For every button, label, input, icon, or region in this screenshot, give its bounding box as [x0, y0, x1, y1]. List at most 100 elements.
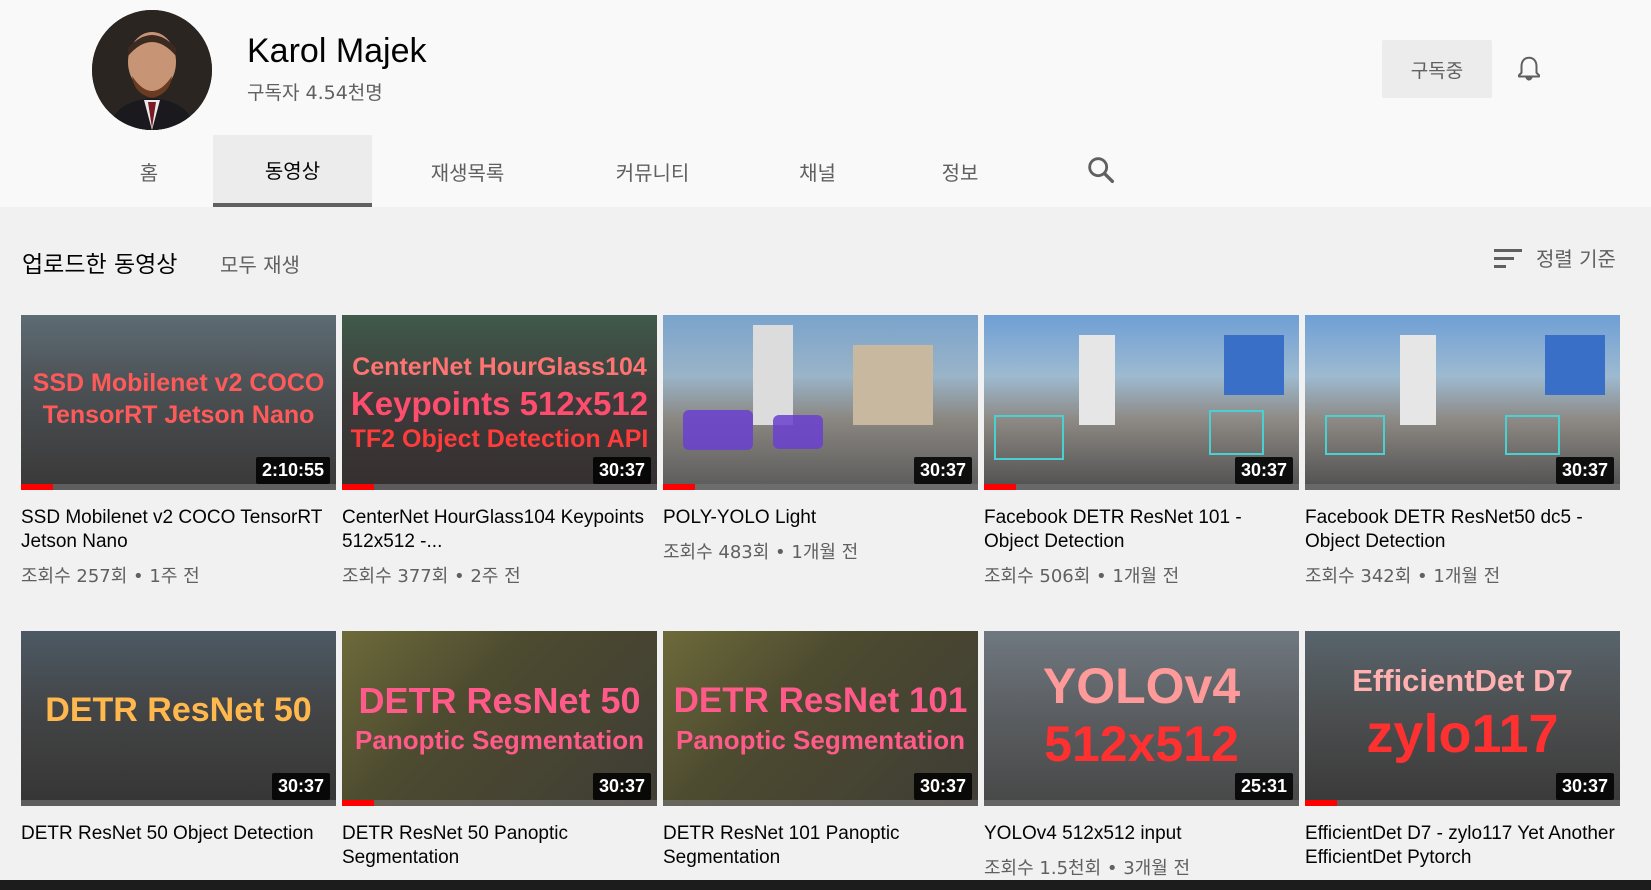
tab-videos[interactable]: 동영상	[213, 135, 372, 207]
video-duration: 25:31	[1234, 773, 1293, 800]
video-thumbnail[interactable]: YOLOv4 512x512 25:31	[984, 631, 1299, 806]
video-title[interactable]: DETR ResNet 101 Panoptic Segmentation	[663, 822, 978, 870]
video-card[interactable]: DETR ResNet 50 30:37 DETR ResNet 50 Obje…	[21, 631, 336, 846]
thumbnail-text: Panoptic Segmentation	[676, 725, 965, 755]
watch-progress	[342, 800, 374, 806]
video-meta: 조회수 506회 • 1개월 전	[984, 566, 1180, 587]
video-duration: 30:37	[1555, 773, 1614, 800]
tab-channels[interactable]: 채널	[755, 135, 880, 207]
tab-about[interactable]: 정보	[895, 135, 1025, 207]
progress-track	[342, 484, 657, 490]
video-title[interactable]: SSD Mobilenet v2 COCO TensorRT Jetson Na…	[21, 506, 336, 554]
watch-progress	[984, 484, 1016, 490]
notification-bell-icon[interactable]	[1514, 54, 1544, 84]
upload-age: 1개월 전	[1112, 566, 1180, 587]
watch-progress	[342, 484, 374, 490]
progress-track	[1305, 800, 1620, 806]
thumbnail-text: Keypoints 512x512	[350, 385, 649, 422]
upload-age: 1개월 전	[791, 542, 859, 563]
video-thumbnail[interactable]: EfficientDet D7 zylo117 30:37	[1305, 631, 1620, 806]
video-thumbnail[interactable]: DETR ResNet 101 Panoptic Segmentation 30…	[663, 631, 978, 806]
channel-header: Karol Majek 구독자 4.54천명 구독중 홈 동영상 재생목록 커뮤…	[0, 0, 1651, 207]
progress-track	[984, 484, 1299, 490]
watch-progress	[663, 484, 695, 490]
upload-age: 1개월 전	[1433, 566, 1501, 587]
channel-avatar[interactable]	[92, 10, 212, 130]
thumbnail-text: 512x512	[1044, 716, 1239, 772]
thumbnail-text: DETR ResNet 50	[358, 680, 641, 721]
video-thumbnail[interactable]: SSD Mobilenet v2 COCO TensorRT Jetson Na…	[21, 315, 336, 490]
subscriber-count: 구독자 4.54천명	[247, 82, 383, 104]
channel-name: Karol Majek	[247, 32, 427, 70]
tab-home[interactable]: 홈	[100, 135, 198, 207]
view-count: 조회수 377회	[342, 566, 449, 587]
video-thumbnail[interactable]: DETR ResNet 50 Panoptic Segmentation 30:…	[342, 631, 657, 806]
view-count: 조회수 257회	[21, 566, 128, 587]
video-meta: 조회수 483회 • 1개월 전	[663, 542, 859, 563]
video-title[interactable]: YOLOv4 512x512 input	[984, 822, 1299, 846]
progress-track	[21, 484, 336, 490]
video-meta: 조회수 342회 • 1개월 전	[1305, 566, 1501, 587]
video-duration: 30:37	[592, 457, 651, 484]
upload-age: 3개월 전	[1123, 858, 1191, 879]
video-meta: 조회수 1.5천회 • 3개월 전	[984, 858, 1191, 879]
video-card[interactable]: CenterNet HourGlass104 Keypoints 512x512…	[342, 315, 657, 588]
video-duration: 30:37	[271, 773, 330, 800]
video-duration: 30:37	[592, 773, 651, 800]
play-all-button[interactable]: 모두 재생	[220, 249, 300, 278]
view-count: 조회수 483회	[663, 542, 770, 563]
thumbnail-text: EfficientDet D7	[1352, 663, 1573, 698]
videos-section: 업로드한 동영상 모두 재생 정렬 기준 SSD Mobilenet v2 CO…	[0, 207, 1651, 890]
video-card[interactable]: YOLOv4 512x512 25:31 YOLOv4 512x512 inpu…	[984, 631, 1299, 880]
watch-progress	[1305, 800, 1337, 806]
thumbnail-text: TensorRT Jetson Nano	[42, 401, 315, 429]
video-card[interactable]: 30:37 Facebook DETR ResNet 101 - Object …	[984, 315, 1299, 588]
search-icon[interactable]	[1084, 153, 1118, 187]
video-title[interactable]: Facebook DETR ResNet50 dc5 - Object Dete…	[1305, 506, 1620, 554]
view-count: 조회수 342회	[1305, 566, 1412, 587]
progress-track	[663, 800, 978, 806]
thumbnail-text: TF2 Object Detection API	[350, 425, 649, 453]
video-thumbnail[interactable]: 30:37	[1305, 315, 1620, 490]
video-title[interactable]: DETR ResNet 50 Panoptic Segmentation	[342, 822, 657, 870]
video-duration: 30:37	[1555, 457, 1614, 484]
video-card[interactable]: DETR ResNet 101 Panoptic Segmentation 30…	[663, 631, 978, 870]
video-duration: 2:10:55	[255, 457, 330, 484]
subscribed-button[interactable]: 구독중	[1382, 40, 1492, 98]
video-card[interactable]: EfficientDet D7 zylo117 30:37 EfficientD…	[1305, 631, 1620, 870]
progress-track	[984, 800, 1299, 806]
sort-label: 정렬 기준	[1536, 247, 1616, 271]
view-count: 조회수 1.5천회	[984, 858, 1102, 879]
sort-button[interactable]: 정렬 기준	[1494, 243, 1616, 272]
video-thumbnail[interactable]: 30:37	[984, 315, 1299, 490]
video-card[interactable]: DETR ResNet 50 Panoptic Segmentation 30:…	[342, 631, 657, 870]
watch-progress	[21, 484, 53, 490]
channel-tabs: 홈 동영상 재생목록 커뮤니티 채널 정보	[0, 135, 1651, 207]
video-title[interactable]: Facebook DETR ResNet 101 - Object Detect…	[984, 506, 1299, 554]
video-title[interactable]: POLY-YOLO Light	[663, 506, 978, 530]
video-meta: 조회수 257회 • 1주 전	[21, 566, 200, 587]
progress-track	[663, 484, 978, 490]
video-card[interactable]: SSD Mobilenet v2 COCO TensorRT Jetson Na…	[21, 315, 336, 588]
video-title[interactable]: EfficientDet D7 - zylo117 Yet Another Ef…	[1305, 822, 1620, 870]
video-meta: 조회수 377회 • 2주 전	[342, 566, 521, 587]
view-count: 조회수 506회	[984, 566, 1091, 587]
progress-track	[342, 800, 657, 806]
thumbnail-text: CenterNet HourGlass104	[352, 353, 647, 381]
video-duration: 30:37	[913, 773, 972, 800]
tab-playlists[interactable]: 재생목록	[385, 135, 550, 207]
upload-age: 2주 전	[470, 566, 521, 587]
video-thumbnail[interactable]: DETR ResNet 50 30:37	[21, 631, 336, 806]
thumbnail-text: DETR ResNet 50	[45, 691, 312, 729]
video-title[interactable]: CenterNet HourGlass104 Keypoints 512x512…	[342, 506, 657, 554]
video-card[interactable]: 30:37 POLY-YOLO Light 조회수 483회 • 1개월 전	[663, 315, 978, 564]
thumbnail-text: SSD Mobilenet v2 COCO	[32, 369, 325, 397]
video-thumbnail[interactable]: CenterNet HourGlass104 Keypoints 512x512…	[342, 315, 657, 490]
thumbnail-text: YOLOv4	[1042, 658, 1241, 714]
tab-community[interactable]: 커뮤니티	[565, 135, 740, 207]
video-title[interactable]: DETR ResNet 50 Object Detection	[21, 822, 336, 846]
progress-track	[21, 800, 336, 806]
thumbnail-text: Panoptic Segmentation	[355, 725, 644, 755]
video-thumbnail[interactable]: 30:37	[663, 315, 978, 490]
video-card[interactable]: 30:37 Facebook DETR ResNet50 dc5 - Objec…	[1305, 315, 1620, 588]
